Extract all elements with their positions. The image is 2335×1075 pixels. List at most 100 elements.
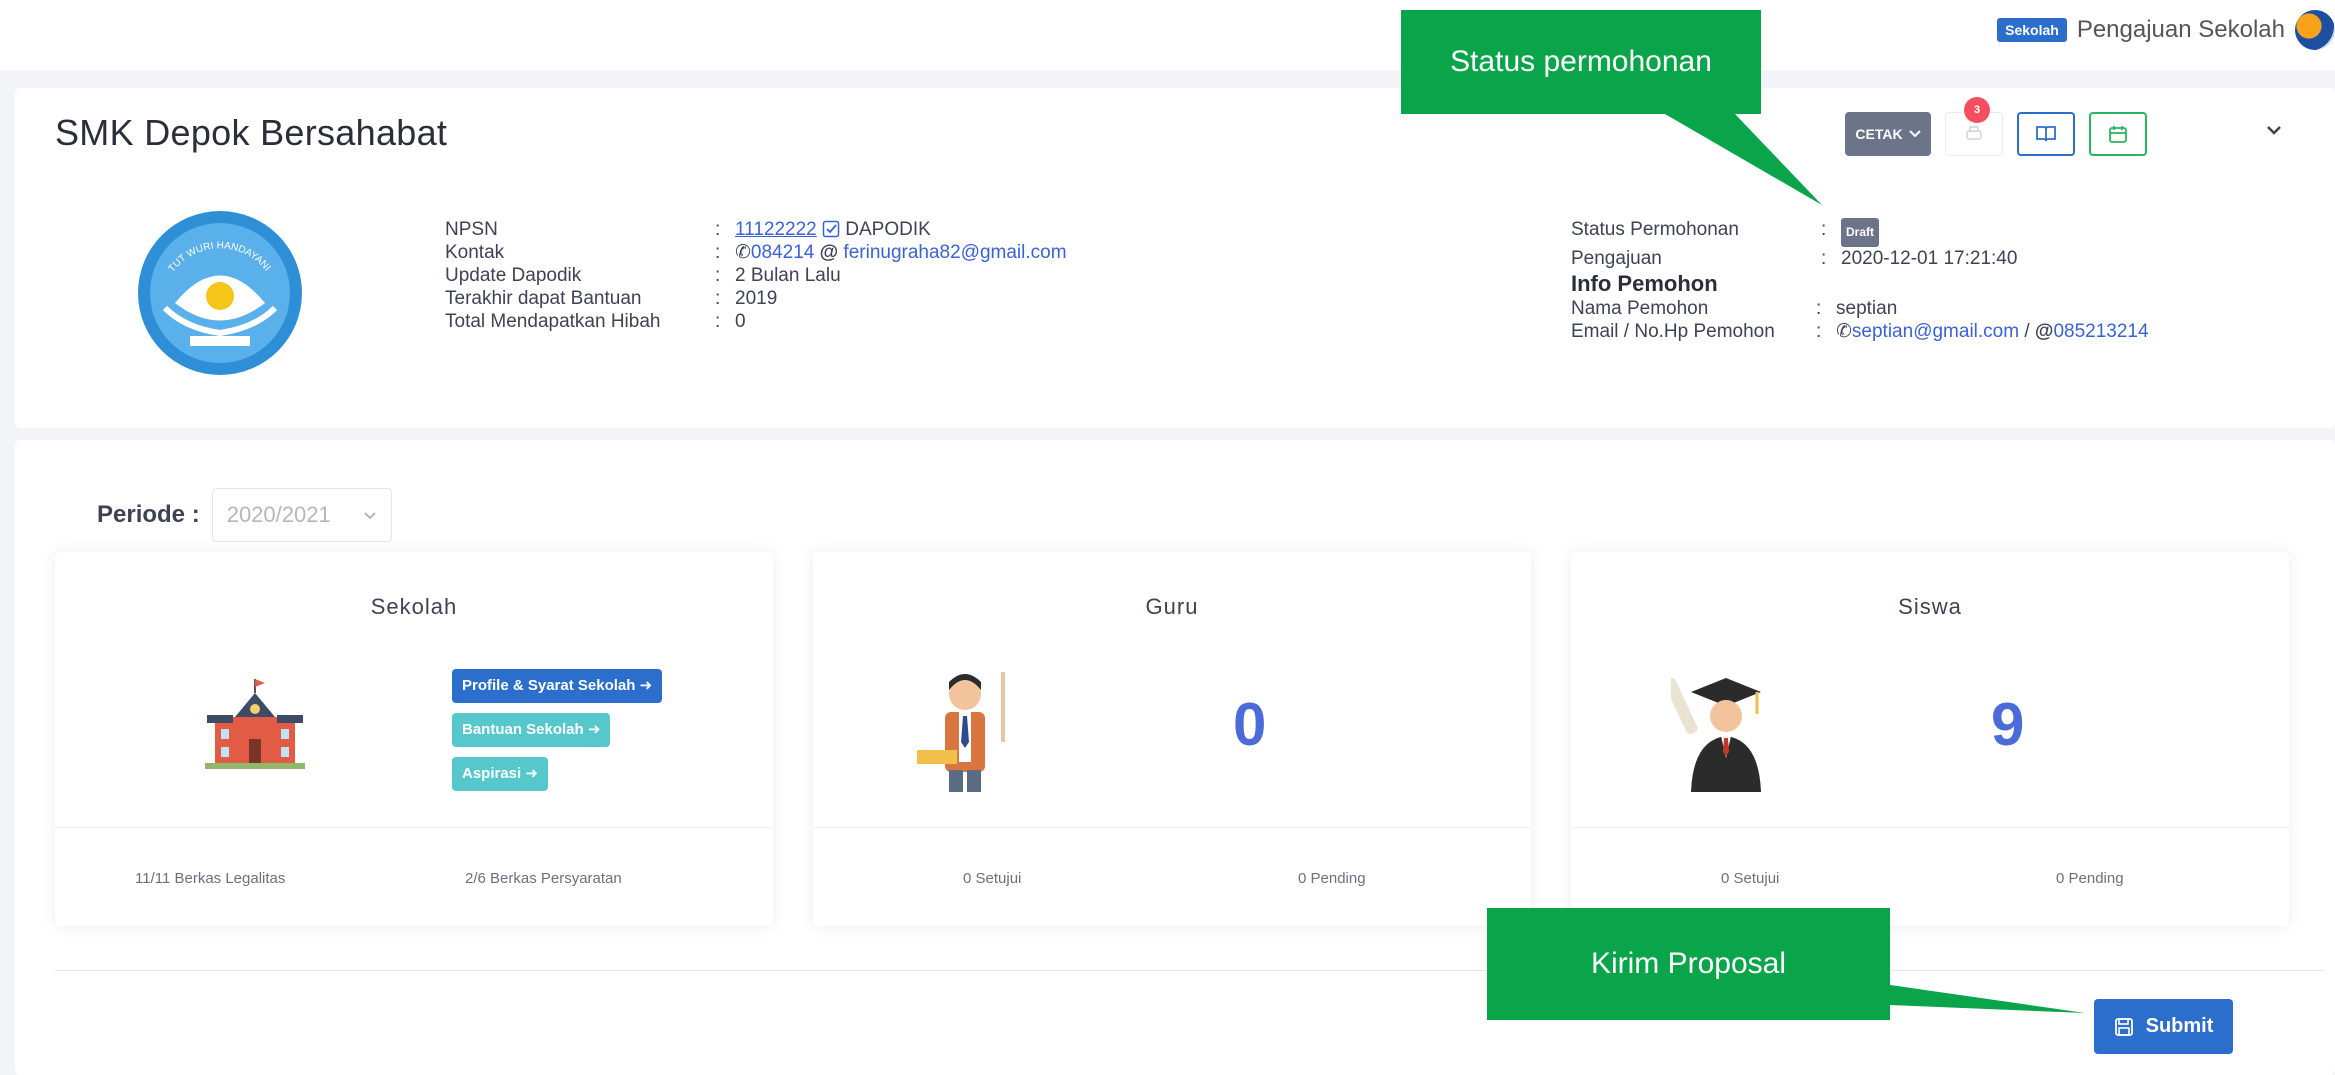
periode-label: Periode : xyxy=(97,501,200,528)
bantuan-label: Terakhir dapat Bantuan xyxy=(445,288,642,309)
school-info: NPSN : 11122222 DAPODIK Kontak : ✆084214… xyxy=(445,218,1067,333)
update-dapodik-value: 2 Bulan Lalu xyxy=(735,265,841,286)
status-callout: Status permohonan xyxy=(1401,10,1761,114)
kirim-callout: Kirim Proposal xyxy=(1487,908,1890,1020)
user-avatar[interactable] xyxy=(2295,10,2335,50)
guru-setujui: 0 Setujui xyxy=(963,870,1022,887)
guru-title: Guru xyxy=(1145,594,1199,619)
siswa-card: Siswa 9 0 Setujui 0 Pending xyxy=(1571,552,2289,926)
sekolah-title: Sekolah xyxy=(370,594,458,619)
chevron-down-icon xyxy=(363,511,376,519)
kontak-email[interactable]: ferinugraha82@gmail.com xyxy=(843,242,1066,263)
at-icon: @ xyxy=(819,242,839,263)
divider xyxy=(1571,827,2289,828)
action-toolbar: CETAK 3 xyxy=(1845,97,2147,156)
separator: : xyxy=(715,288,721,309)
sekolah-actions: Profile & Syarat Sekolah ➜ Bantuan Sekol… xyxy=(452,669,663,791)
check-square-icon xyxy=(822,220,840,238)
role-badge: Sekolah xyxy=(1997,18,2067,42)
submit-button[interactable]: Submit xyxy=(2094,999,2233,1054)
separator: : xyxy=(715,265,721,286)
divider xyxy=(55,970,2325,971)
teacher-icon xyxy=(917,672,1005,792)
slash: / xyxy=(2024,321,2030,342)
collapse-chevron-icon[interactable] xyxy=(2265,124,2283,136)
phone-icon: ✆ xyxy=(1836,321,1852,342)
cetak-button[interactable]: CETAK xyxy=(1845,112,1931,156)
berkas-legalitas: 11/11 Berkas Legalitas xyxy=(135,870,286,887)
info-pemohon-heading: Info Pemohon xyxy=(1571,271,1718,296)
siswa-count: 9 xyxy=(1991,691,2025,758)
status-label: Status Permohonan xyxy=(1571,219,1739,240)
dashboard-card: Periode : 2020/2021 Sekolah Profile & Sy… xyxy=(15,440,2335,1075)
kontak-phone[interactable]: 084214 xyxy=(751,242,814,263)
periode-filter: Periode : 2020/2021 xyxy=(97,488,392,542)
book-icon xyxy=(2036,126,2056,142)
kontak-pemohon-label: Email / No.Hp Pemohon xyxy=(1571,321,1775,342)
pemohon-email[interactable]: septian@gmail.com xyxy=(1852,321,2019,342)
separator: : xyxy=(715,311,721,332)
nama-pemohon-label: Nama Pemohon xyxy=(1571,298,1709,319)
berkas-persyaratan: 2/6 Berkas Persyaratan xyxy=(465,870,622,887)
cetak-label: CETAK xyxy=(1855,126,1903,142)
nama-pemohon-value: septian xyxy=(1836,298,1898,319)
separator: : xyxy=(715,242,721,263)
save-icon xyxy=(2114,1017,2133,1036)
sekolah-card: Sekolah Profile & Syarat Sekolah ➜ Bantu… xyxy=(55,552,773,926)
separator: : xyxy=(1821,248,1827,269)
bantuan-value: 2019 xyxy=(735,288,778,309)
hibah-label: Total Mendapatkan Hibah xyxy=(445,311,661,332)
school-header-card: SMK Depok Bersahabat TUT WURI HANDAYANI … xyxy=(15,88,2335,428)
submit-label: Submit xyxy=(2145,1015,2214,1037)
arrow-circle-right-icon: ➜ xyxy=(525,765,538,782)
separator: : xyxy=(1816,321,1822,342)
divider xyxy=(55,827,773,828)
bantuan-sekolah-button[interactable]: Bantuan Sekolah ➜ xyxy=(452,713,611,747)
phone-icon: ✆ xyxy=(735,242,751,263)
periode-value: 2020/2021 xyxy=(226,502,331,527)
guru-pending: 0 Pending xyxy=(1298,870,1366,887)
npsn-label: NPSN xyxy=(445,219,498,240)
guru-count: 0 xyxy=(1233,691,1267,758)
profile-syarat-button[interactable]: Profile & Syarat Sekolah ➜ xyxy=(452,669,663,703)
pengajuan-value: 2020-12-01 17:21:40 xyxy=(1841,248,2018,269)
aspirasi-button[interactable]: Aspirasi ➜ xyxy=(452,757,548,791)
update-dapodik-label: Update Dapodik xyxy=(445,265,582,286)
user-name: Pengajuan Sekolah xyxy=(2076,16,2285,43)
periode-select[interactable]: 2020/2021 xyxy=(211,488,392,542)
divider xyxy=(813,827,1531,828)
graduate-icon xyxy=(1671,677,1761,792)
kirim-callout-text: Kirim Proposal xyxy=(1590,947,1787,980)
school-name: SMK Depok Bersahabat xyxy=(55,112,448,153)
hibah-value: 0 xyxy=(735,311,746,332)
application-status-info: Status Permohonan : Draft Pengajuan : 20… xyxy=(1571,218,2149,343)
npsn-value[interactable]: 11122222 xyxy=(735,219,817,240)
calendar-button[interactable] xyxy=(2089,112,2147,156)
top-bar: Sekolah Pengajuan Sekolah xyxy=(0,0,2335,70)
book-button[interactable] xyxy=(2017,112,2075,156)
separator: : xyxy=(1816,298,1822,319)
status-badge: Draft xyxy=(1841,218,1880,247)
notification-count-badge: 3 xyxy=(1964,97,1990,123)
arrow-circle-right-icon: ➜ xyxy=(587,721,601,738)
school-logo: TUT WURI HANDAYANI xyxy=(138,211,302,375)
separator: : xyxy=(1821,219,1827,240)
user-menu[interactable]: Sekolah Pengajuan Sekolah xyxy=(1997,10,2335,50)
status-callout-text: Status permohonan xyxy=(1450,45,1712,78)
separator: : xyxy=(715,219,721,240)
calendar-icon xyxy=(2109,126,2127,143)
siswa-pending: 0 Pending xyxy=(2056,870,2124,887)
guru-card: Guru 0 0 Setujui 0 Pending xyxy=(813,552,1531,926)
kontak-label: Kontak xyxy=(445,242,505,263)
siswa-title: Siswa xyxy=(1898,594,1962,619)
npsn-source: DAPODIK xyxy=(845,219,931,240)
pemohon-phone[interactable]: 085213214 xyxy=(2053,321,2148,342)
notification-button[interactable]: 3 xyxy=(1945,97,2003,156)
printer-icon xyxy=(1966,126,1982,140)
arrow-circle-right-icon: ➜ xyxy=(639,677,653,694)
at-icon: @ xyxy=(2034,321,2054,342)
pengajuan-label: Pengajuan xyxy=(1571,248,1662,269)
siswa-setujui: 0 Setujui xyxy=(1721,870,1780,887)
school-building-icon xyxy=(205,679,305,769)
chevron-down-icon xyxy=(1908,130,1921,138)
